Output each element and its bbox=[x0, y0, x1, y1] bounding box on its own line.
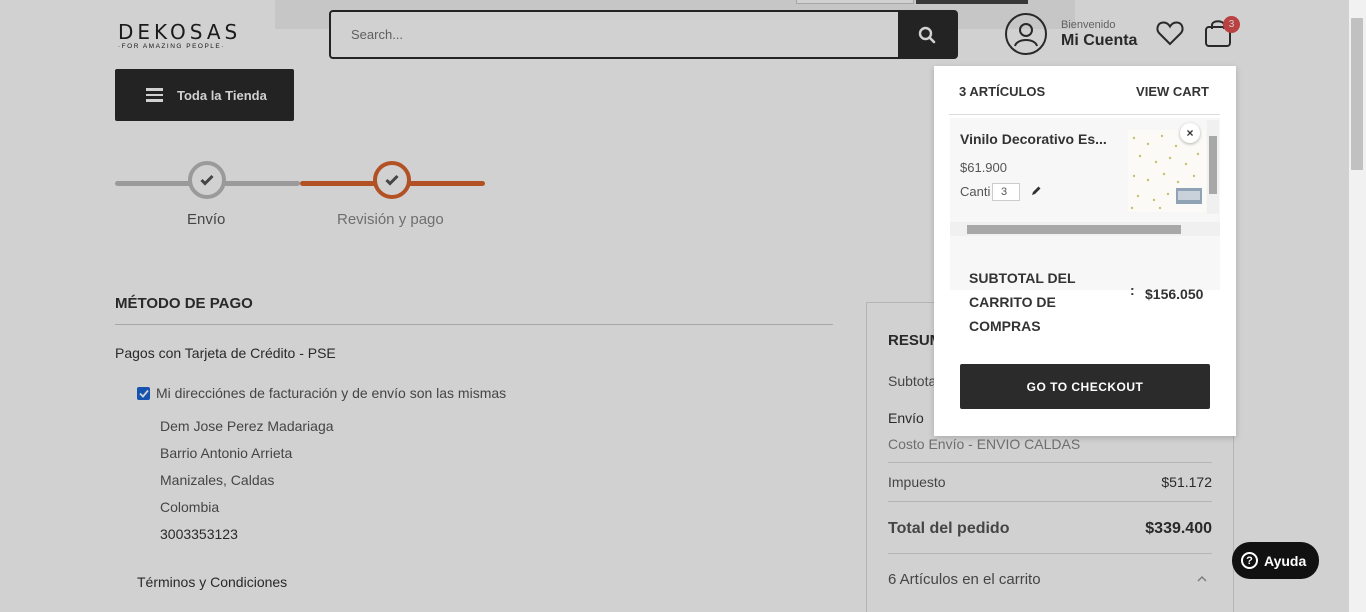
item-horizontal-scrollbar[interactable] bbox=[950, 222, 1220, 236]
account-name: Mi Cuenta bbox=[1061, 31, 1138, 49]
mini-cart-divider bbox=[949, 114, 1220, 115]
mini-cart-subtotal-colon: : bbox=[1130, 282, 1135, 298]
tax-value: $51.172 bbox=[1161, 474, 1212, 490]
search-input[interactable] bbox=[331, 12, 898, 57]
mini-cart-item: Vinilo Decorativo Es... $61.900 Canti 3 … bbox=[950, 118, 1220, 290]
qty-label: Canti bbox=[960, 184, 991, 199]
qty-input[interactable]: 3 bbox=[992, 183, 1020, 201]
view-cart-link[interactable]: VIEW CART bbox=[1136, 84, 1209, 99]
scrollbar-thumb[interactable] bbox=[1209, 136, 1217, 194]
pencil-icon[interactable] bbox=[1030, 184, 1042, 202]
checkout-progress: Envío Revisión y pago bbox=[115, 160, 487, 240]
help-button[interactable]: ? Ayuda bbox=[1232, 542, 1319, 579]
logo-text: DEKOSAS bbox=[118, 20, 242, 44]
mini-cart-item-count: 3 ARTÍCULOS bbox=[959, 84, 1046, 99]
all-store-menu-button[interactable]: Toda la Tienda bbox=[115, 69, 294, 121]
search-button[interactable] bbox=[898, 12, 956, 57]
same-address-option[interactable]: Mi direcciónes de facturación y de envío… bbox=[137, 385, 506, 401]
summary-divider bbox=[888, 553, 1212, 554]
help-label: Ayuda bbox=[1264, 552, 1307, 569]
question-icon: ? bbox=[1241, 552, 1258, 569]
welcome-text: Bienvenido bbox=[1061, 18, 1116, 31]
product-price: $61.900 bbox=[960, 160, 1007, 175]
same-address-checkbox[interactable] bbox=[137, 386, 150, 400]
modal-input-remnant bbox=[796, 0, 914, 4]
payment-method-title: MÉTODO DE PAGO bbox=[115, 295, 253, 312]
site-logo[interactable]: DEKOSAS ·FOR AMAZING PEOPLE· bbox=[118, 20, 242, 50]
cart-items-count: 6 Artículos en el carrito bbox=[888, 571, 1041, 588]
item-vertical-scrollbar[interactable] bbox=[1207, 120, 1219, 214]
address-phone[interactable]: 3003353123 bbox=[160, 526, 238, 542]
mini-cart-subtotal-label: SUBTOTAL DEL CARRITO DE COMPRAS bbox=[969, 270, 1076, 334]
modal-button-remnant bbox=[916, 0, 1028, 4]
shipping-method-row: Costo Envío - ENVIO CALDAS bbox=[888, 436, 1212, 452]
page-scrollbar-thumb[interactable] bbox=[1351, 18, 1363, 170]
address-line: Barrio Antonio Arrieta bbox=[160, 445, 293, 461]
checkmark-icon bbox=[138, 389, 149, 398]
subtotal-label: Subtota bbox=[888, 373, 937, 389]
mini-cart-header: 3 ARTÍCULOS VIEW CART bbox=[959, 84, 1209, 99]
address-line: Dem Jose Perez Madariaga bbox=[160, 418, 334, 434]
total-value: $339.400 bbox=[1145, 520, 1212, 537]
summary-divider bbox=[888, 462, 1212, 463]
terms-link[interactable]: Términos y Condiciones bbox=[137, 574, 287, 590]
same-address-label: Mi direcciónes de facturación y de envío… bbox=[156, 385, 507, 401]
mini-cart-dropdown: 3 ARTÍCULOS VIEW CART Vinilo Decorativo … bbox=[934, 66, 1236, 436]
scrollbar-thumb[interactable] bbox=[967, 225, 1181, 234]
store-button-label: Toda la Tienda bbox=[177, 87, 267, 103]
payment-method-name[interactable]: Pagos con Tarjeta de Crédito - PSE bbox=[115, 345, 336, 361]
search-bar bbox=[329, 10, 958, 59]
search-icon bbox=[918, 26, 936, 43]
section-divider bbox=[115, 324, 833, 325]
heart-icon[interactable] bbox=[1156, 20, 1184, 51]
tax-row: Impuesto $51.172 bbox=[888, 474, 1212, 490]
tax-label: Impuesto bbox=[888, 474, 946, 490]
hamburger-icon bbox=[146, 85, 163, 105]
go-to-checkout-button[interactable]: GO TO CHECKOUT bbox=[960, 364, 1210, 409]
shipping-label: Envío bbox=[888, 410, 924, 426]
cart-items-toggle[interactable]: 6 Artículos en el carrito bbox=[888, 571, 1212, 588]
product-thumbnail[interactable] bbox=[1128, 130, 1206, 212]
shipping-method: Costo Envío - ENVIO CALDAS bbox=[888, 436, 1081, 452]
address-line: Colombia bbox=[160, 499, 220, 515]
step-review-label: Revisión y pago bbox=[337, 211, 444, 228]
step-review-check-icon bbox=[373, 161, 411, 199]
step-shipping-check-icon[interactable] bbox=[188, 161, 226, 199]
address-line: Manizales, Caldas bbox=[160, 472, 275, 488]
mini-cart-subtotal-value: $156.050 bbox=[1145, 286, 1204, 302]
total-label: Total del pedido bbox=[888, 520, 1010, 537]
summary-divider bbox=[888, 501, 1212, 502]
logo-tagline: ·FOR AMAZING PEOPLE· bbox=[118, 43, 225, 50]
account-link[interactable]: Bienvenido Mi Cuenta bbox=[1005, 13, 1137, 55]
user-icon bbox=[1005, 13, 1047, 55]
chevron-up-icon bbox=[1197, 575, 1207, 582]
total-row: Total del pedido $339.400 bbox=[888, 520, 1212, 538]
step-shipping-label[interactable]: Envío bbox=[187, 211, 225, 228]
cart-count-badge: 3 bbox=[1223, 16, 1240, 33]
product-name[interactable]: Vinilo Decorativo Es... bbox=[960, 131, 1107, 147]
page-scrollbar[interactable] bbox=[1349, 0, 1366, 612]
remove-item-close-icon[interactable]: × bbox=[1180, 123, 1200, 143]
